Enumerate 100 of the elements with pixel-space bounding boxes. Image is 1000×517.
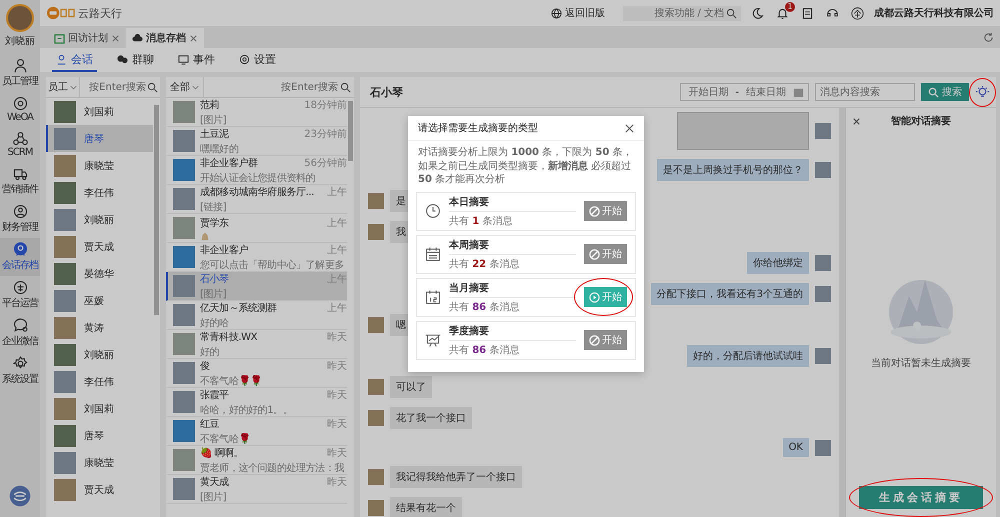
- conversation-item[interactable]: 红豆 昨天 不客气哈🌹: [166, 417, 347, 446]
- employee-item[interactable]: 李任伟: [46, 368, 153, 395]
- search-icon: [147, 82, 158, 92]
- modal-backdrop[interactable]: [0, 0, 1000, 517]
- employee-item[interactable]: 晏德华: [46, 260, 153, 287]
- employee-item[interactable]: 唐琴: [46, 422, 153, 449]
- logo-icon: [46, 6, 76, 20]
- message-search-field[interactable]: 消息内容搜索: [815, 83, 915, 101]
- date-range-field[interactable]: 开始日期 - 结束日期: [680, 83, 809, 101]
- sub-tab[interactable]: 事件: [174, 48, 219, 72]
- conversation-item[interactable]: 俊 昨天 不客气哈🌹🌹: [166, 359, 347, 388]
- sidebar-item[interactable]: 财务管理: [0, 200, 40, 238]
- company-name: 成都云路天行科技有限公司: [874, 6, 994, 20]
- sidebar-item[interactable]: 员工管理: [0, 54, 40, 92]
- headset-icon[interactable]: [826, 6, 839, 20]
- conversation-item[interactable]: 范莉 18分钟前 [图片]: [166, 98, 347, 127]
- sidebar-item[interactable]: 营销插件: [0, 162, 40, 200]
- sidebar-item[interactable]: 系统设置: [0, 352, 40, 390]
- avatar-photo: [368, 379, 384, 395]
- sidebar-item[interactable]: 平台运营: [0, 276, 40, 314]
- employee-item[interactable]: 李任伟: [46, 179, 153, 206]
- avatar-photo: [54, 344, 76, 366]
- old-version-link[interactable]: 返回旧版: [551, 6, 605, 20]
- message-time: 昨天: [327, 446, 347, 460]
- end-date-input[interactable]: 结束日期: [743, 86, 789, 98]
- search-field[interactable]: 按Enter搜索: [82, 82, 146, 92]
- avatar-photo: [54, 128, 76, 150]
- sub-tab[interactable]: 群聊: [113, 48, 158, 72]
- filter-dropdown[interactable]: 员工: [46, 77, 80, 97]
- contact-name: 范莉: [200, 98, 220, 112]
- conversation-item[interactable]: 成都移动城南华府服务厅... 上午 [链接]: [166, 185, 347, 214]
- filter-dropdown[interactable]: 全部: [166, 77, 204, 97]
- chat-contact-name: 石小琴: [370, 84, 403, 100]
- page-tab[interactable]: 消息存档: [126, 28, 204, 48]
- employee-item[interactable]: 巫媛: [46, 287, 153, 314]
- avatar-photo: [54, 236, 76, 258]
- brand-logo-icon: [9, 485, 31, 507]
- company-icon: [851, 6, 864, 20]
- employee-item[interactable]: 刘晓丽: [46, 206, 153, 233]
- avatar-photo: [815, 255, 831, 271]
- message-preview: [链接]: [200, 200, 228, 214]
- message-bubble: 是不是上周换过手机号的那位？: [657, 159, 809, 181]
- employee-item[interactable]: 刘国莉: [46, 395, 153, 422]
- avatar-photo: [815, 440, 831, 456]
- close-icon[interactable]: [625, 124, 634, 132]
- close-icon[interactable]: [852, 116, 861, 126]
- option-title: 当月摘要: [449, 280, 576, 298]
- close-icon[interactable]: [189, 34, 198, 42]
- avatar-photo: [368, 224, 384, 240]
- sidebar-item[interactable]: 企业微信: [0, 314, 40, 352]
- user-avatar[interactable]: [6, 4, 34, 32]
- page-tab[interactable]: 回访计划: [48, 28, 126, 48]
- employee-item[interactable]: 刘国莉: [46, 98, 153, 125]
- search-icon: [726, 8, 737, 18]
- conversation-item[interactable]: 黄天成 昨天 [图片]: [166, 475, 347, 504]
- refresh-icon[interactable]: [983, 32, 994, 43]
- search-field[interactable]: 按Enter搜索: [207, 82, 338, 92]
- sub-tab[interactable]: 设置: [235, 48, 280, 72]
- search-icon: [928, 86, 939, 98]
- prohibited-icon: [589, 248, 600, 260]
- message-bubble: 好的，分配后请他试试哇: [687, 345, 809, 367]
- sub-tab[interactable]: 会话: [52, 48, 97, 72]
- avatar-photo: [368, 193, 384, 209]
- close-icon[interactable]: [111, 34, 120, 42]
- contact-name: 石小琴: [200, 272, 229, 286]
- employee-item[interactable]: 唐琴: [46, 125, 153, 152]
- avatar-photo: [173, 275, 195, 297]
- conversation-item[interactable]: 土豆泥 23分钟前 嘿嘿好的: [166, 127, 347, 156]
- bell-icon[interactable]: [776, 6, 789, 20]
- document-icon[interactable]: [801, 6, 814, 20]
- conversation-item[interactable]: 非企业客户群 56分钟前 开始认证会让您提供资料的: [166, 156, 347, 185]
- date-separator: -: [735, 86, 739, 98]
- avatar-photo: [54, 208, 76, 230]
- scrollbar[interactable]: [154, 105, 159, 315]
- scrollbar[interactable]: [348, 101, 353, 161]
- avatar-photo: [173, 478, 195, 500]
- employee-item[interactable]: 贾天成: [46, 476, 153, 503]
- nodes-icon: [12, 131, 28, 146]
- employee-item[interactable]: 贾天成: [46, 233, 153, 260]
- conversation-item[interactable]: 贾学东 上午: [166, 214, 347, 243]
- start-date-input[interactable]: 开始日期: [685, 86, 732, 98]
- conversation-item[interactable]: 常青科技.WX 昨天 好的: [166, 330, 347, 359]
- employee-item[interactable]: 刘晓丽: [46, 341, 153, 368]
- moon-icon[interactable]: [751, 6, 764, 20]
- conversation-item[interactable]: 亿天加～系统测群 上午 好的哈: [166, 301, 347, 330]
- message-time: 上午: [327, 216, 347, 230]
- message-time: 23分钟前: [304, 128, 347, 140]
- sidebar-item[interactable]: SCRM: [0, 127, 40, 162]
- employee-item[interactable]: 康晓莹: [46, 152, 153, 179]
- lightbulb-icon[interactable]: [975, 84, 990, 100]
- user-name: 刘晓丽: [5, 34, 35, 48]
- employee-item[interactable]: 黄涛: [46, 314, 153, 341]
- employee-item[interactable]: 康晓莹: [46, 449, 153, 476]
- conversation-item[interactable]: 张霞平 昨天 哈哈，好的好的1。。: [166, 388, 347, 417]
- avatar-photo: [173, 449, 195, 471]
- presentation-board-icon: [425, 332, 441, 348]
- contact-name: 俊: [200, 360, 210, 372]
- avatar-photo: [173, 391, 195, 413]
- sidebar-item[interactable]: WeOA: [0, 92, 40, 127]
- conversation-item[interactable]: 🍓 啊啊。 昨天 贾老师，这个问题的处理方法：我: [166, 446, 347, 475]
